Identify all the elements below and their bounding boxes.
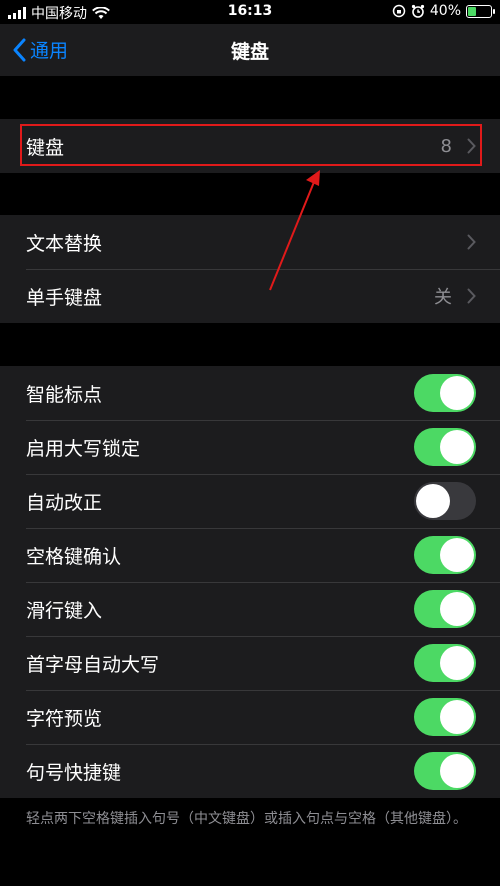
- toggle-row-character-preview: 字符预览: [0, 690, 500, 744]
- character-preview-toggle[interactable]: [414, 698, 476, 736]
- orientation-lock-icon: [392, 4, 406, 18]
- status-bar: 中国移动 16:13 40%: [0, 0, 500, 24]
- battery-icon: [466, 4, 495, 18]
- footer-note: 轻点两下空格键插入句号（中文键盘）或插入句点与空格（其他键盘）。: [26, 811, 467, 827]
- status-right: 40%: [392, 3, 495, 19]
- toggle-row-space-confirm: 空格键确认: [0, 528, 500, 582]
- toggle-row-smart-punctuation: 智能标点: [0, 366, 500, 420]
- period-shortcut-toggle[interactable]: [414, 752, 476, 790]
- toggle-label: 空格键确认: [26, 545, 122, 568]
- toggle-knob: [440, 430, 474, 464]
- caps-lock-toggle[interactable]: [414, 428, 476, 466]
- toggle-label: 首字母自动大写: [26, 653, 160, 676]
- page-title: 键盘: [230, 41, 269, 63]
- chevron-right-icon: [467, 288, 476, 304]
- toggle-knob: [440, 592, 474, 626]
- toggle-knob: [440, 376, 474, 410]
- text-group: 文本替换 单手键盘 关: [0, 215, 500, 323]
- toggle-knob: [440, 538, 474, 572]
- toggle-row-caps-lock: 启用大写锁定: [0, 420, 500, 474]
- toggles-group: 智能标点 启用大写锁定 自动改正 空格键确认 滑行键入 首字母自动大写 字符预览…: [0, 366, 500, 798]
- toggle-row-period-shortcut: 句号快捷键: [0, 744, 500, 798]
- toggle-knob: [416, 484, 450, 518]
- highlight-box: [20, 124, 482, 166]
- toggle-knob: [440, 700, 474, 734]
- one-handed-keyboard-value: 关: [434, 287, 452, 308]
- toggle-label: 滑行键入: [26, 599, 103, 622]
- text-replacement-row[interactable]: 文本替换: [0, 215, 500, 269]
- battery-percent: 40%: [429, 3, 461, 19]
- toggle-knob: [440, 646, 474, 680]
- chevron-right-icon: [467, 234, 476, 250]
- toggle-knob: [440, 754, 474, 788]
- nav-bar: 通用 键盘: [0, 24, 500, 76]
- toggle-row-slide-to-type: 滑行键入: [0, 582, 500, 636]
- space-confirm-toggle[interactable]: [414, 536, 476, 574]
- slide-to-type-toggle[interactable]: [414, 590, 476, 628]
- alarm-icon: [411, 4, 424, 18]
- text-replacement-label: 文本替换: [26, 232, 103, 255]
- toggle-row-auto-correction: 自动改正: [0, 474, 500, 528]
- toggle-label: 启用大写锁定: [26, 437, 141, 460]
- auto-correction-toggle[interactable]: [414, 482, 476, 520]
- toggle-label: 智能标点: [26, 383, 103, 406]
- auto-capitalization-toggle[interactable]: [414, 644, 476, 682]
- one-handed-keyboard-row[interactable]: 单手键盘 关: [0, 269, 500, 323]
- toggle-row-auto-capitalization: 首字母自动大写: [0, 636, 500, 690]
- toggle-label: 自动改正: [26, 491, 103, 514]
- toggle-label: 句号快捷键: [26, 761, 122, 784]
- toggle-label: 字符预览: [26, 707, 103, 730]
- one-handed-keyboard-label: 单手键盘: [26, 286, 103, 309]
- smart-punctuation-toggle[interactable]: [414, 374, 476, 412]
